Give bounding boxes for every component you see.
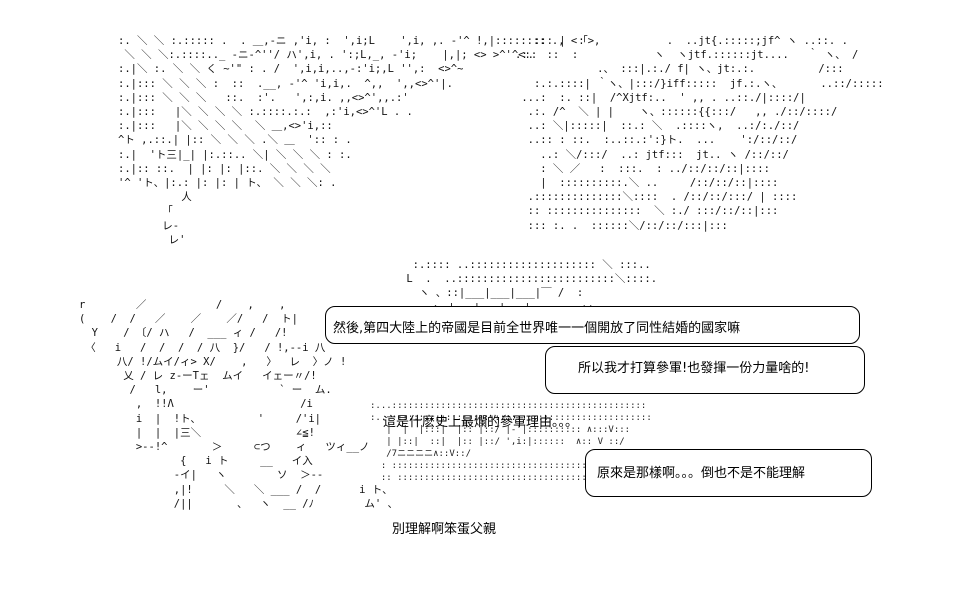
- dialogue-line-4: 原來是那樣啊。。。倒也不是不能理解: [597, 466, 806, 481]
- ascii-art-scene: :. ＼ ＼ :.::::: . . ＿,-ニ ,'i, : ',i;L ',i…: [0, 0, 971, 604]
- ascii-art-city-right: ::: | : . ..jt{.:::::;jf^ ヽ ..::. . .:. …: [515, 35, 884, 232]
- dialogue-line-1: 然後,第四大陸上的帝國是目前全世界唯一一個開放了同性結婚的國家嘛: [333, 321, 741, 336]
- dialogue-line-5: 別理解啊笨蛋父親: [392, 522, 497, 537]
- dialogue-line-3: 這是什麽史上最爛的參軍理由。。。: [383, 415, 579, 430]
- dialogue-line-2: 所以我才打算參軍!也發揮一份力量啥的!: [578, 361, 810, 376]
